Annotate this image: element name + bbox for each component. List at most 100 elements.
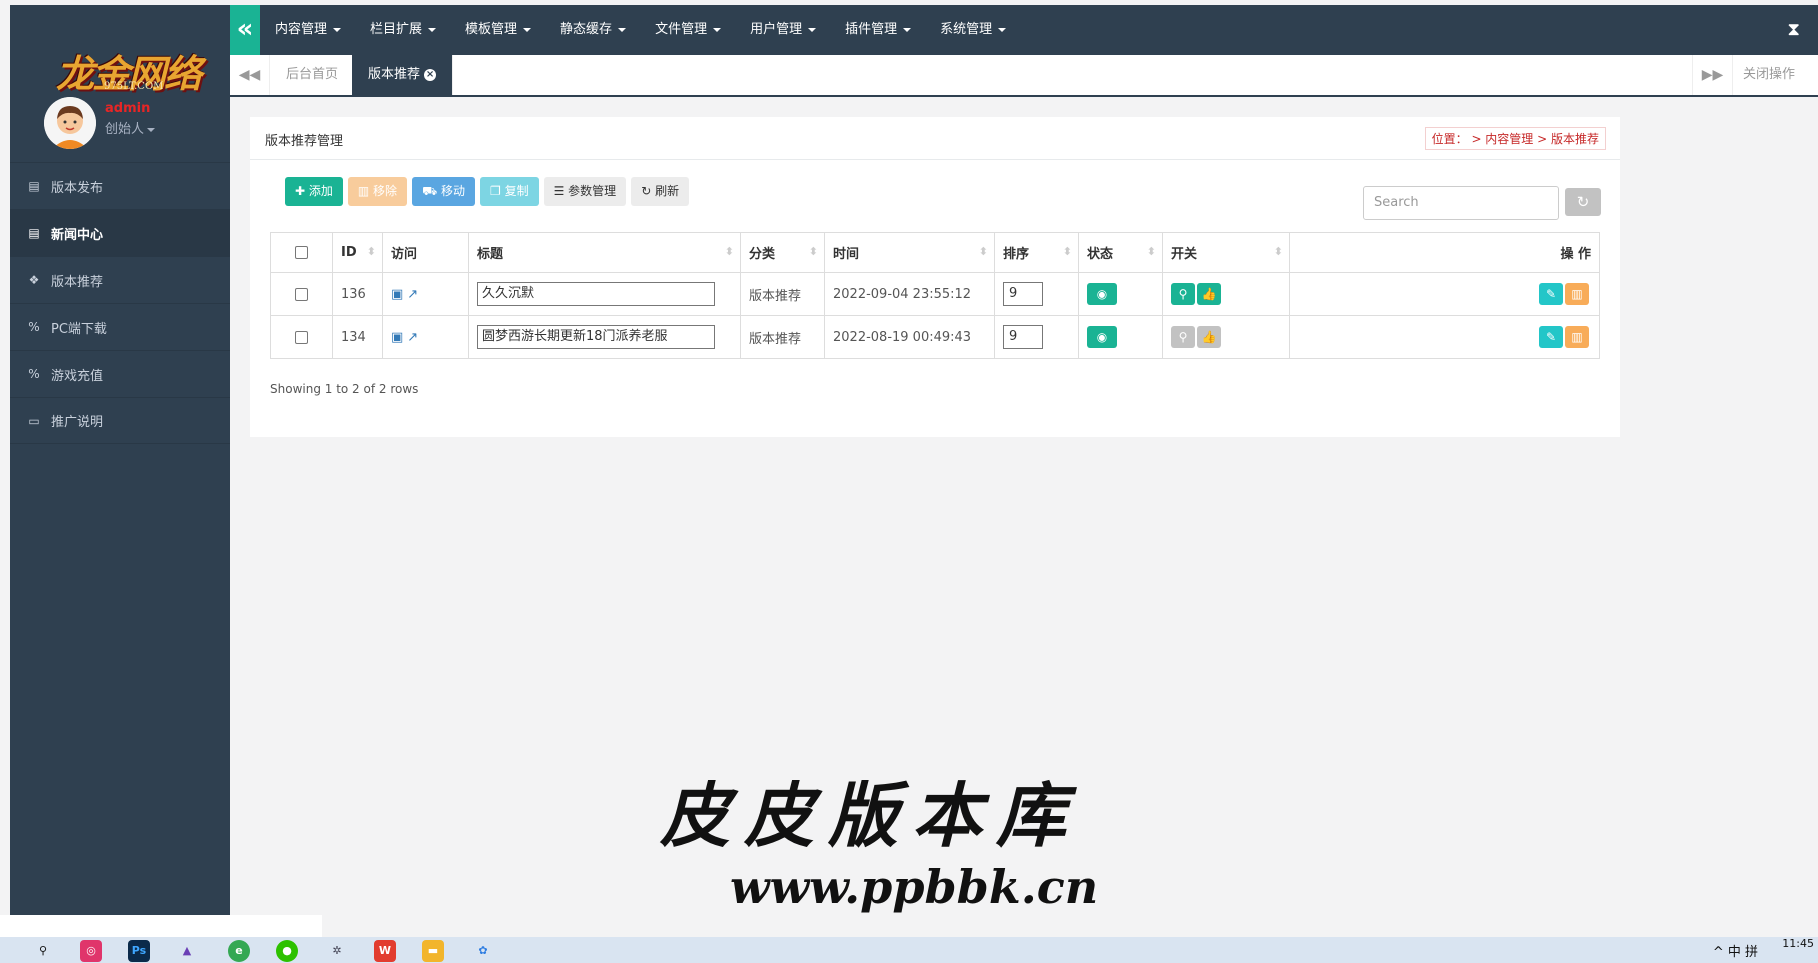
photoshop-icon[interactable]: Ps bbox=[128, 940, 150, 962]
header-select-all[interactable] bbox=[270, 232, 333, 273]
app-icon[interactable]: ▲ bbox=[176, 940, 198, 962]
title-input[interactable]: 久久沉默 bbox=[477, 282, 715, 306]
image-icon[interactable]: ▣ bbox=[391, 330, 403, 345]
menu-content-management[interactable]: 内容管理 bbox=[275, 5, 342, 55]
row-switch-cell: ⚲ 👍 bbox=[1162, 272, 1290, 316]
refresh-button[interactable]: ↻ 刷新 bbox=[631, 177, 690, 206]
menu-file-management[interactable]: 文件管理 bbox=[655, 5, 722, 55]
folder-icon[interactable]: ▬ bbox=[422, 940, 444, 962]
tab-scroll-right-button[interactable]: ▶▶ bbox=[1692, 55, 1732, 95]
move-button[interactable]: ⛟ 移动 bbox=[412, 177, 475, 206]
sidebar-item-game-recharge[interactable]: % 游戏充值 bbox=[10, 350, 230, 397]
header-title[interactable]: 标题 bbox=[468, 232, 741, 273]
select-all-checkbox[interactable] bbox=[295, 246, 308, 259]
delete-trash-icon[interactable]: ▥ bbox=[1565, 283, 1589, 305]
external-link-icon[interactable]: ↗ bbox=[407, 287, 418, 302]
toggle-on-icon[interactable]: ◉ bbox=[1087, 283, 1117, 305]
desktop-icon: ▭ bbox=[28, 413, 40, 428]
app-icon[interactable]: ◎ bbox=[80, 940, 102, 962]
user-role-dropdown[interactable]: 创始人 bbox=[105, 118, 156, 137]
sidebar-item-news-center[interactable]: ▤ 新闻中心 bbox=[10, 209, 230, 256]
avatar[interactable] bbox=[44, 97, 96, 149]
thumbs-up-icon[interactable]: 👍 bbox=[1197, 283, 1221, 305]
tab-scroll-left-button[interactable]: ◀◀ bbox=[230, 55, 270, 95]
row-id: 134 bbox=[332, 315, 383, 359]
link-icon: % bbox=[28, 367, 40, 381]
search-refresh-button[interactable]: ↻ bbox=[1565, 188, 1601, 216]
sidebar-item-label: 推广说明 bbox=[51, 415, 104, 430]
row-checkbox[interactable] bbox=[295, 330, 308, 344]
row-time: 2022-08-19 00:49:43 bbox=[824, 315, 995, 359]
header-status[interactable]: 状态 bbox=[1078, 232, 1163, 273]
sidebar-item-version-recommend[interactable]: ❖ 版本推荐 bbox=[10, 256, 230, 303]
menu-plugin-management[interactable]: 插件管理 bbox=[845, 5, 912, 55]
add-button[interactable]: ✚ 添加 bbox=[285, 177, 343, 206]
menu-user-management[interactable]: 用户管理 bbox=[750, 5, 817, 55]
menu-label: 静态缓存 bbox=[560, 22, 613, 37]
header-actions: 操 作 bbox=[1289, 232, 1600, 273]
menu-system-management[interactable]: 系统管理 bbox=[940, 5, 1007, 55]
newspaper-icon: ▤ bbox=[28, 179, 40, 193]
delete-trash-icon[interactable]: ▥ bbox=[1565, 326, 1589, 348]
sidebar-toggle-button[interactable]: « bbox=[230, 5, 260, 55]
menu-label: 栏目扩展 bbox=[370, 22, 423, 37]
app-icon[interactable]: ✿ bbox=[472, 940, 494, 962]
app-icon[interactable]: ✲ bbox=[326, 940, 348, 962]
edit-pencil-icon[interactable]: ✎ bbox=[1539, 283, 1563, 305]
system-tray[interactable]: ^ 中 拼 bbox=[1713, 941, 1758, 960]
thumbs-up-icon[interactable]: 👍 bbox=[1197, 326, 1221, 348]
pin-icon[interactable]: ⚲ bbox=[1171, 326, 1195, 348]
image-icon[interactable]: ▣ bbox=[391, 287, 403, 302]
button-label: 刷新 bbox=[655, 184, 680, 198]
copy-button[interactable]: ❐ 复制 bbox=[480, 177, 539, 206]
params-button[interactable]: ☰ 参数管理 bbox=[543, 177, 627, 206]
button-label: 移动 bbox=[440, 184, 465, 198]
hourglass-icon[interactable]: ⧗ bbox=[1787, 19, 1800, 40]
row-visit-cell: ▣ ↗ bbox=[382, 272, 469, 316]
sidebar-item-promotion[interactable]: ▭ 推广说明 bbox=[10, 397, 230, 444]
browser-icon[interactable]: e bbox=[228, 940, 250, 962]
menu-label: 内容管理 bbox=[275, 22, 328, 37]
close-operations-dropdown[interactable]: 关闭操作 bbox=[1732, 55, 1818, 95]
header-category[interactable]: 分类 bbox=[740, 232, 825, 273]
tab-dashboard[interactable]: 后台首页 bbox=[270, 55, 356, 95]
cubes-icon: ❖ bbox=[28, 273, 40, 287]
search-icon[interactable]: ⚲ bbox=[32, 940, 54, 962]
header-switch[interactable]: 开关 bbox=[1162, 232, 1290, 273]
row-category: 版本推荐 bbox=[740, 272, 825, 316]
tab-version-recommend[interactable]: 版本推荐 × bbox=[352, 55, 454, 95]
sidebar-item-pc-download[interactable]: % PC端下载 bbox=[10, 303, 230, 350]
tab-label: 后台首页 bbox=[286, 67, 339, 82]
external-link-icon[interactable]: ↗ bbox=[407, 330, 418, 345]
title-input[interactable]: 圆梦西游长期更新18门派养老服 bbox=[477, 325, 715, 349]
button-label: 参数管理 bbox=[568, 184, 617, 198]
pagination-info: Showing 1 to 2 of 2 rows bbox=[270, 382, 419, 396]
edit-pencil-icon[interactable]: ✎ bbox=[1539, 326, 1563, 348]
close-ops-label: 关闭操作 bbox=[1743, 67, 1796, 82]
row-status-cell: ◉ bbox=[1078, 315, 1163, 359]
close-tab-icon[interactable]: × bbox=[424, 68, 437, 81]
caret-down-icon bbox=[147, 127, 156, 132]
menu-label: 文件管理 bbox=[655, 22, 708, 37]
button-label: 移除 bbox=[373, 184, 398, 198]
search-input[interactable]: Search bbox=[1363, 186, 1559, 220]
remove-button[interactable]: ▥ 移除 bbox=[347, 177, 408, 206]
header-id[interactable]: ID bbox=[332, 232, 383, 273]
toggle-on-icon[interactable]: ◉ bbox=[1087, 326, 1117, 348]
row-checkbox[interactable] bbox=[295, 287, 308, 301]
os-taskbar: ⚲ ◎ Ps ▲ e ● ✲ W ▬ ✿ ^ 中 拼 11:45 bbox=[0, 915, 1818, 963]
header-time[interactable]: 时间 bbox=[824, 232, 995, 273]
sidebar-item-version-release[interactable]: ▤ 版本发布 bbox=[10, 162, 230, 209]
wps-icon[interactable]: W bbox=[374, 940, 396, 962]
table-row: 136 ▣ ↗ 久久沉默 版本推荐 2022-09-04 23:55:12 9 ◉… bbox=[270, 272, 1600, 316]
menu-template-management[interactable]: 模板管理 bbox=[465, 5, 532, 55]
sort-input[interactable]: 9 bbox=[1003, 325, 1043, 349]
wechat-icon[interactable]: ● bbox=[276, 940, 298, 962]
menu-column-extension[interactable]: 栏目扩展 bbox=[370, 5, 437, 55]
header-sort[interactable]: 排序 bbox=[994, 232, 1079, 273]
menu-static-cache[interactable]: 静态缓存 bbox=[560, 5, 627, 55]
sort-input[interactable]: 9 bbox=[1003, 282, 1043, 306]
menu-label: 插件管理 bbox=[845, 22, 898, 37]
pin-icon[interactable]: ⚲ bbox=[1171, 283, 1195, 305]
clock[interactable]: 11:45 bbox=[1782, 937, 1814, 950]
